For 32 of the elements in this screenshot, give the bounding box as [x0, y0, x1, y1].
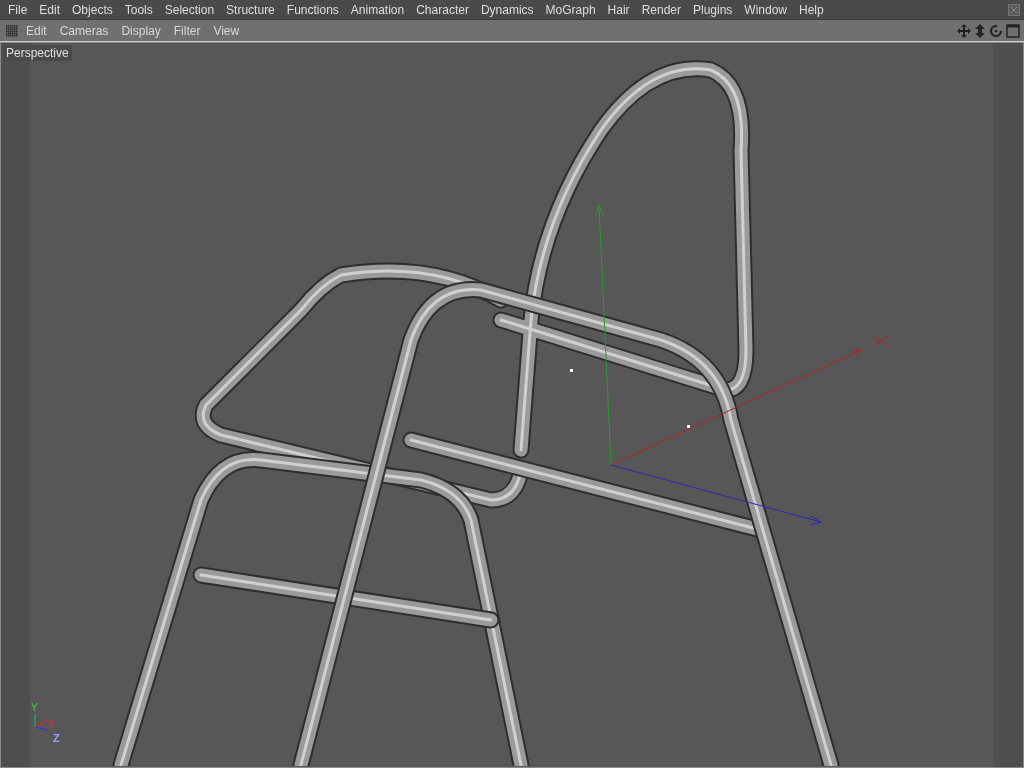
rotate-icon[interactable] — [989, 23, 1003, 38]
viewport-menu-item[interactable]: Display — [121, 24, 161, 37]
menu-item[interactable]: Tools — [124, 3, 153, 16]
point-marker — [687, 425, 690, 428]
viewport-menu-item[interactable]: Filter — [173, 24, 201, 37]
zoom-arrows-icon[interactable] — [974, 23, 986, 38]
camera-label: Perspective — [3, 45, 72, 61]
grip-icon — [6, 24, 18, 37]
menu-item[interactable]: Hair — [607, 3, 630, 16]
menu-item[interactable]: Render — [641, 3, 681, 16]
menu-item[interactable]: Objects — [72, 3, 113, 16]
axis-label: Y — [31, 703, 38, 713]
menu-item[interactable]: Structure — [226, 3, 275, 16]
menu-item[interactable]: Edit — [39, 3, 61, 16]
menu-item[interactable]: Character — [416, 3, 469, 16]
move-icon[interactable] — [957, 23, 971, 38]
menu-item[interactable]: Plugins — [693, 3, 733, 16]
menu-item[interactable]: Window — [744, 3, 788, 16]
menu-item[interactable]: Functions — [286, 3, 339, 16]
menu-item[interactable]: Help — [799, 3, 824, 16]
maximize-icon[interactable] — [1006, 23, 1020, 38]
menu-item[interactable]: File — [8, 3, 28, 16]
axis-label: X — [48, 719, 55, 729]
viewport-menu-item[interactable]: Cameras — [59, 24, 109, 37]
axis-label: Z — [53, 733, 60, 744]
viewport-menu-item[interactable]: View — [213, 24, 240, 37]
menu-item[interactable]: Dynamics — [480, 3, 534, 16]
menu-item[interactable]: MoGraph — [545, 3, 596, 16]
menu-item[interactable]: Selection — [164, 3, 215, 16]
menu-item[interactable]: Animation — [350, 3, 405, 16]
point-marker — [570, 369, 573, 372]
viewport-menu-item[interactable]: Edit — [26, 24, 47, 37]
